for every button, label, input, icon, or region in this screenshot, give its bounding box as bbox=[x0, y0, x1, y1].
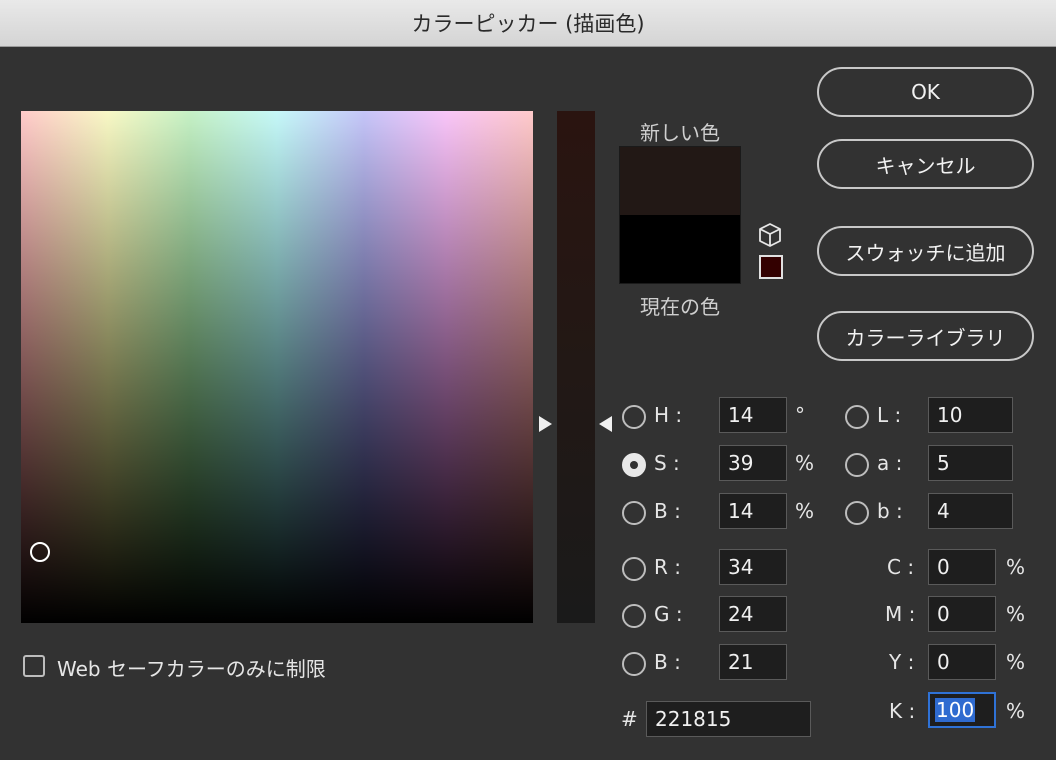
current-color-swatch[interactable] bbox=[620, 215, 740, 283]
g-input[interactable]: 24 bbox=[719, 596, 787, 632]
r-label: R : bbox=[654, 555, 681, 579]
radio-h[interactable] bbox=[622, 405, 646, 429]
current-color-label: 現在の色 bbox=[640, 295, 720, 319]
websafe-color-chip[interactable] bbox=[759, 255, 783, 279]
h-unit: ° bbox=[795, 403, 805, 427]
g-label: G : bbox=[654, 602, 683, 626]
radio-s[interactable] bbox=[622, 453, 646, 477]
color-preview bbox=[619, 146, 741, 284]
a-input[interactable]: 5 bbox=[928, 445, 1013, 481]
r-input[interactable]: 34 bbox=[719, 549, 787, 585]
k-input[interactable]: 100 bbox=[928, 692, 996, 728]
color-field-marker[interactable] bbox=[30, 542, 50, 562]
a-label: a : bbox=[877, 451, 903, 475]
s-unit: % bbox=[795, 451, 815, 475]
color-field[interactable] bbox=[21, 111, 533, 623]
l-input[interactable]: 10 bbox=[928, 397, 1013, 433]
k-unit: % bbox=[1006, 699, 1026, 723]
l-label: L : bbox=[877, 403, 902, 427]
hex-input[interactable]: 221815 bbox=[646, 701, 811, 737]
web-colors-only-checkbox[interactable] bbox=[23, 655, 45, 677]
ok-button[interactable]: OK bbox=[817, 67, 1034, 117]
brightness-unit: % bbox=[795, 499, 815, 523]
h-input[interactable]: 14 bbox=[719, 397, 787, 433]
new-color-swatch bbox=[620, 147, 740, 215]
k-input-value: 100 bbox=[935, 698, 976, 722]
radio-brightness[interactable] bbox=[622, 501, 646, 525]
y-label: Y : bbox=[889, 650, 915, 674]
color-libraries-button[interactable]: カラーライブラリ bbox=[817, 311, 1034, 361]
radio-lab-b[interactable] bbox=[845, 501, 869, 525]
cancel-button[interactable]: キャンセル bbox=[817, 139, 1034, 189]
c-input[interactable]: 0 bbox=[928, 549, 996, 585]
radio-a[interactable] bbox=[845, 453, 869, 477]
brightness-input[interactable]: 14 bbox=[719, 493, 787, 529]
slider-handle-left-icon[interactable] bbox=[539, 416, 552, 432]
c-label: C : bbox=[887, 555, 915, 579]
s-label: S : bbox=[654, 451, 680, 475]
cube-icon[interactable] bbox=[758, 222, 782, 248]
m-unit: % bbox=[1006, 602, 1026, 626]
k-label: K : bbox=[889, 699, 916, 723]
color-slider[interactable] bbox=[557, 111, 595, 623]
title-bar: カラーピッカー (描画色) bbox=[0, 0, 1056, 47]
blue-input[interactable]: 21 bbox=[719, 644, 787, 680]
new-color-label: 新しい色 bbox=[640, 121, 720, 145]
c-unit: % bbox=[1006, 555, 1026, 579]
add-to-swatches-button[interactable]: スウォッチに追加 bbox=[817, 226, 1034, 276]
radio-blue[interactable] bbox=[622, 652, 646, 676]
radio-g[interactable] bbox=[622, 604, 646, 628]
blue-label: B : bbox=[654, 650, 681, 674]
s-input[interactable]: 39 bbox=[719, 445, 787, 481]
slider-handle-right-icon[interactable] bbox=[599, 416, 612, 432]
brightness-label: B : bbox=[654, 499, 681, 523]
web-colors-only-label[interactable]: Web セーフカラーのみに制限 bbox=[57, 653, 326, 682]
radio-l[interactable] bbox=[845, 405, 869, 429]
lab-b-input[interactable]: 4 bbox=[928, 493, 1013, 529]
radio-r[interactable] bbox=[622, 557, 646, 581]
hex-label: # bbox=[621, 707, 638, 731]
lab-b-label: b : bbox=[877, 499, 903, 523]
y-input[interactable]: 0 bbox=[928, 644, 996, 680]
m-input[interactable]: 0 bbox=[928, 596, 996, 632]
window-title: カラーピッカー (描画色) bbox=[411, 12, 645, 36]
y-unit: % bbox=[1006, 650, 1026, 674]
h-label: H : bbox=[654, 403, 683, 427]
m-label: M : bbox=[885, 602, 916, 626]
